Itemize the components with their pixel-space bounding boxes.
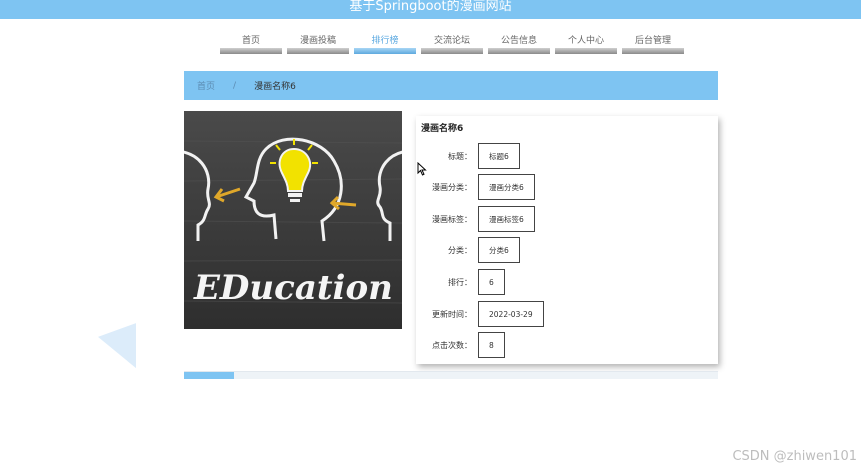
field-value: 漫画分类6 [478,174,535,200]
field-label: 标题： [448,151,472,161]
field-row-rank: 排行： 6 [416,269,505,295]
watermark: CSDN @zhiwen101 [732,449,857,464]
field-row-clicks: 点击次数： 8 [416,332,505,358]
field-label: 分类： [448,245,472,255]
main-nav: 首页 漫画投稿 排行榜 交流论坛 公告信息 个人中心 后台管理 [220,28,689,54]
comic-cover-image: EDucation [184,111,402,329]
nav-item-label: 排行榜 [371,36,399,46]
field-value: 标题6 [478,143,520,169]
field-row-updated: 更新时间： 2022-03-29 [416,301,544,327]
tab-bar [184,371,718,379]
tab-bar-active[interactable] [184,372,234,379]
nav-item-label: 个人中心 [567,36,604,46]
breadcrumb-separator: / [233,80,237,91]
field-label: 漫画标签： [432,214,472,224]
breadcrumb-current: 漫画名称6 [254,82,296,92]
detail-title: 漫画名称6 [421,124,464,134]
field-value: 8 [478,332,505,358]
nav-item-admin[interactable]: 后台管理 [622,28,684,54]
comic-detail-card: 漫画名称6 标题： 标题6 漫画分类： 漫画分类6 漫画标签： 漫画标签6 分类… [416,116,718,364]
top-banner: 基于Springboot的漫画网站 [0,0,861,19]
field-label: 排行： [448,277,472,287]
breadcrumb-home-link[interactable]: 首页 [197,79,215,92]
field-value: 分类6 [478,237,520,263]
nav-item-submit[interactable]: 漫画投稿 [287,28,349,54]
nav-item-profile[interactable]: 个人中心 [555,28,617,54]
field-value: 漫画标签6 [478,206,535,232]
mouse-cursor-icon [417,162,427,176]
field-value: 6 [478,269,505,295]
breadcrumb: 首页 / 漫画名称6 [184,71,718,100]
nav-item-label: 交流论坛 [433,36,470,46]
field-row-category: 漫画分类： 漫画分类6 [416,174,535,200]
field-row-title: 标题： 标题6 [416,143,520,169]
nav-item-label: 后台管理 [634,36,671,46]
field-label: 更新时间： [432,309,472,319]
nav-item-forum[interactable]: 交流论坛 [421,28,483,54]
nav-item-home[interactable]: 首页 [220,28,282,54]
field-row-tags: 漫画标签： 漫画标签6 [416,206,535,232]
nav-item-label: 公告信息 [500,36,537,46]
nav-item-label: 漫画投稿 [299,36,336,46]
site-title: 基于Springboot的漫画网站 [349,0,512,14]
cover-text: EDucation [193,268,393,308]
nav-item-ranking[interactable]: 排行榜 [354,28,416,54]
field-value: 2022-03-29 [478,301,544,327]
decorative-triangle [98,323,136,382]
field-label: 点击次数： [432,340,472,350]
nav-item-label: 首页 [241,36,260,46]
field-row-class: 分类： 分类6 [416,237,520,263]
nav-item-notice[interactable]: 公告信息 [488,28,550,54]
field-label: 漫画分类： [432,182,472,192]
cover-illustration: EDucation [184,111,402,329]
